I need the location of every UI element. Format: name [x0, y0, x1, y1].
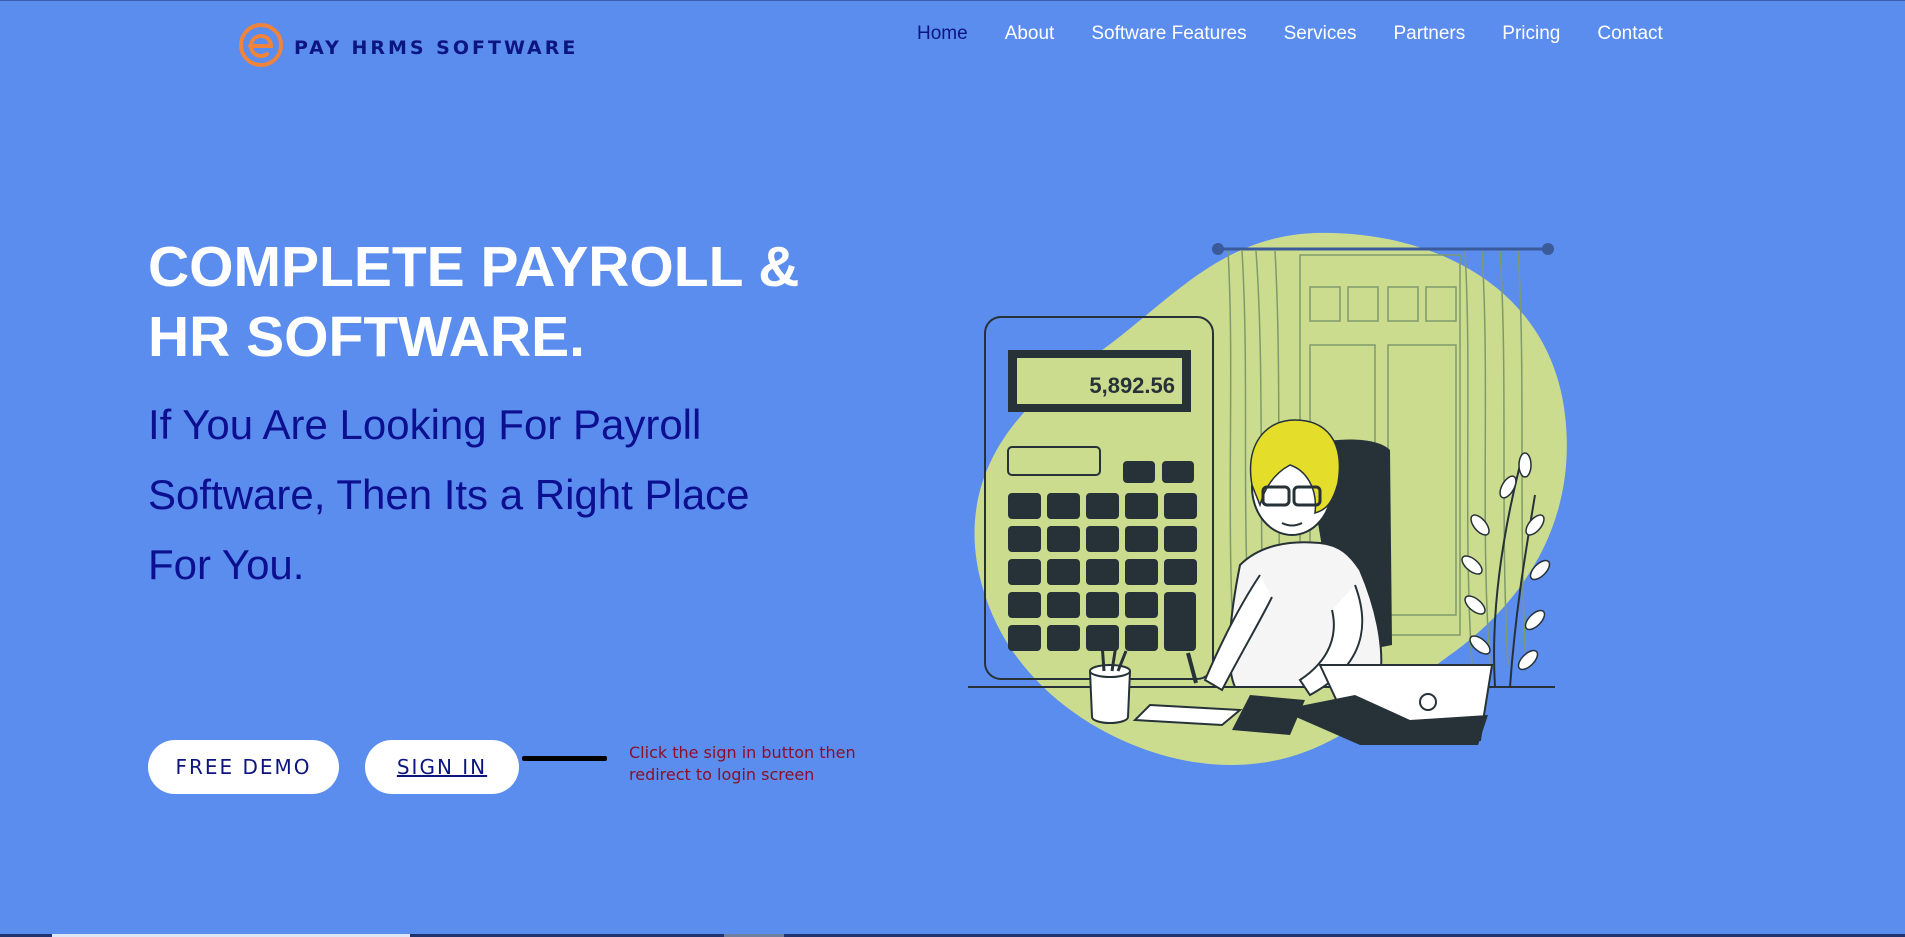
logo-e-icon	[239, 23, 283, 67]
sign-in-button[interactable]: SIGN IN	[365, 740, 519, 794]
annotation-connector-line	[522, 756, 607, 761]
nav-software-features[interactable]: Software Features	[1091, 22, 1246, 46]
free-demo-button[interactable]: FREE DEMO	[148, 740, 339, 794]
brand-name: PAY HRMS SOFTWARE	[294, 37, 579, 59]
calculator-key	[1047, 526, 1080, 552]
hero-subtitle-line2: Software, Then Its a Right Place	[148, 471, 750, 518]
hero-title-line1: COMPLETE PAYROLL &	[148, 235, 800, 299]
hero-subtitle-line1: If You Are Looking For Payroll	[148, 401, 702, 448]
calculator-key	[1164, 493, 1197, 519]
calculator-key	[1123, 461, 1155, 483]
calculator-key	[1125, 559, 1158, 585]
nav-pricing[interactable]: Pricing	[1502, 22, 1560, 46]
calculator-key	[1047, 493, 1080, 519]
calculator-key	[1162, 461, 1194, 483]
calculator-key	[1008, 526, 1041, 552]
nav-contact[interactable]: Contact	[1597, 22, 1662, 46]
nav-home[interactable]: Home	[917, 22, 968, 46]
calculator-key	[1047, 625, 1080, 651]
nav-partners[interactable]: Partners	[1393, 22, 1465, 46]
calculator-key	[1008, 625, 1041, 651]
hero-subtitle: If You Are Looking For Payroll Software,…	[148, 390, 828, 600]
calculator-key	[1086, 559, 1119, 585]
annotation-note: Click the sign in button then redirect t…	[629, 742, 859, 786]
annotation-line1: Click the sign in button then	[629, 743, 856, 762]
calculator-key	[1047, 559, 1080, 585]
calculator-key	[1086, 526, 1119, 552]
hero-title: COMPLETE PAYROLL & HR SOFTWARE.	[148, 232, 868, 372]
calculator-key	[1047, 592, 1080, 618]
accountant-illustration: 5,892.56	[968, 232, 1567, 765]
calculator-key	[1125, 592, 1158, 618]
calculator-key	[1125, 526, 1158, 552]
calculator-display: 5,892.56	[1089, 373, 1175, 398]
nav-about[interactable]: About	[1005, 22, 1055, 46]
hero-subtitle-line3: For You.	[148, 541, 305, 588]
hero-title-line2: HR SOFTWARE.	[148, 305, 585, 369]
calculator-key	[1086, 592, 1119, 618]
annotation-line2: redirect to login screen	[629, 765, 815, 784]
calculator-key	[1164, 526, 1197, 552]
calculator-key	[1086, 493, 1119, 519]
nav-services[interactable]: Services	[1284, 22, 1357, 46]
calculator-key	[1164, 559, 1197, 585]
calculator-key	[1008, 592, 1041, 618]
brand-logo[interactable]: PAY HRMS SOFTWARE	[238, 22, 578, 68]
calculator-key	[1008, 559, 1041, 585]
calculator-key	[1164, 592, 1196, 651]
calculator-key	[1125, 625, 1158, 651]
main-nav: Home About Software Features Services Pa…	[917, 22, 1663, 46]
calculator-key	[1125, 493, 1158, 519]
calculator-key	[1008, 493, 1041, 519]
top-border	[0, 0, 1905, 1]
